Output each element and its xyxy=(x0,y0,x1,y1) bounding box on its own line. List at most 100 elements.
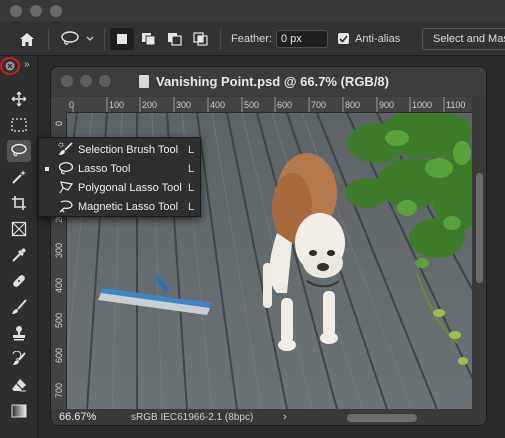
flyout-item-magnetic-lasso[interactable]: Magnetic Lasso Tool L xyxy=(39,197,200,216)
gradient-tool[interactable] xyxy=(7,400,31,422)
marquee-tool[interactable] xyxy=(7,114,31,136)
flyout-item-selection-brush[interactable]: Selection Brush Tool L xyxy=(39,140,200,159)
frame-tool[interactable] xyxy=(7,218,31,240)
crop-tool[interactable] xyxy=(7,192,31,214)
mac-title-bar xyxy=(0,0,505,22)
ruler-origin[interactable] xyxy=(51,97,67,113)
polygonal-lasso-icon xyxy=(59,181,74,194)
ruler-label: 700 xyxy=(54,383,64,399)
feather-input[interactable]: 0 px xyxy=(276,30,328,48)
history-brush-tool[interactable] xyxy=(7,348,31,370)
doc-zoom-button[interactable] xyxy=(99,75,111,87)
ruler-label: 600 xyxy=(54,348,64,364)
options-bar: Feather: 0 px Anti-alias Select and Mask… xyxy=(0,22,505,56)
ruler-label: 0 xyxy=(69,100,75,110)
move-icon xyxy=(11,91,27,107)
flyout-shortcut: L xyxy=(188,163,195,175)
close-icon xyxy=(5,61,15,71)
horizontal-scroll-thumb[interactable] xyxy=(347,414,417,422)
home-button[interactable] xyxy=(14,28,40,50)
select-and-mask-button[interactable]: Select and Mask... xyxy=(422,28,505,50)
doc-close-button[interactable] xyxy=(61,75,73,87)
subtract-selection-icon xyxy=(168,33,182,46)
ruler-label: 900 xyxy=(379,100,395,110)
add-selection-icon xyxy=(142,33,156,46)
window-minimize-button[interactable] xyxy=(30,5,42,17)
magic-wand-tool[interactable] xyxy=(7,166,31,188)
document-window: Vanishing Point.psd @ 66.7% (RGB/8) 0 10… xyxy=(50,66,487,426)
flyout-label: Magnetic Lasso Tool xyxy=(78,201,179,213)
tool-preset-picker[interactable] xyxy=(56,28,98,50)
lasso-icon xyxy=(58,162,74,175)
ruler-label: 1000 xyxy=(412,100,433,110)
status-bar: 66.67% sRGB IEC61966-2.1 (8bpc) › xyxy=(51,409,486,425)
rect-marquee-icon xyxy=(11,118,27,132)
window-close-button[interactable] xyxy=(10,5,22,17)
vertical-scroll-thumb[interactable] xyxy=(476,173,483,283)
zoom-level[interactable]: 66.67% xyxy=(59,411,96,423)
gradient-icon xyxy=(11,404,27,418)
doc-minimize-button[interactable] xyxy=(80,75,92,87)
lasso-tool-flyout: Selection Brush Tool L Lasso Tool L Poly… xyxy=(38,137,201,217)
ruler-label: 500 xyxy=(54,313,64,329)
crop-icon xyxy=(12,196,26,210)
feather-label: Feather: xyxy=(231,33,272,45)
selection-brush-icon xyxy=(58,142,73,155)
add-to-selection-button[interactable] xyxy=(138,28,160,50)
brush-icon xyxy=(12,299,27,314)
tools-panel: » xyxy=(0,56,38,438)
bandage-icon xyxy=(13,275,25,287)
flyout-shortcut: L xyxy=(188,182,195,194)
document-title-bar[interactable]: Vanishing Point.psd @ 66.7% (RGB/8) xyxy=(51,67,486,95)
flyout-item-polygonal-lasso[interactable]: Polygonal Lasso Tool L xyxy=(39,178,200,197)
eyedropper-icon xyxy=(12,248,26,262)
frame-icon xyxy=(11,221,27,237)
ruler-label: 400 xyxy=(210,100,226,110)
ruler-label: 800 xyxy=(345,100,361,110)
move-tool[interactable] xyxy=(7,88,31,110)
eraser-icon xyxy=(12,379,26,392)
photoshop-app: Feather: 0 px Anti-alias Select and Mask… xyxy=(0,0,505,438)
window-zoom-button[interactable] xyxy=(50,5,62,17)
brush-tool[interactable] xyxy=(7,296,31,318)
healing-brush-tool[interactable] xyxy=(7,270,31,292)
flyout-label: Polygonal Lasso Tool xyxy=(78,182,182,194)
new-selection-icon xyxy=(117,34,127,44)
panel-close-button[interactable] xyxy=(0,57,20,75)
lasso-icon xyxy=(61,31,79,45)
magnetic-lasso-icon xyxy=(59,200,73,213)
options-separator xyxy=(104,28,105,50)
stamp-icon xyxy=(13,326,25,341)
eraser-tool[interactable] xyxy=(7,374,31,396)
vertical-scrollbar[interactable] xyxy=(472,113,486,409)
flyout-shortcut: L xyxy=(188,201,195,213)
horizontal-ruler[interactable]: 0 100 200 300 400 500 600 700 800 900 10… xyxy=(67,97,472,113)
ruler-label: 600 xyxy=(277,100,293,110)
lasso-icon xyxy=(11,143,27,157)
flyout-label: Lasso Tool xyxy=(78,163,131,175)
clone-stamp-tool[interactable] xyxy=(7,322,31,344)
collapse-panel-button[interactable]: » xyxy=(24,59,30,70)
psd-file-icon xyxy=(139,75,149,88)
ruler-label: 700 xyxy=(311,100,327,110)
options-separator xyxy=(220,28,221,50)
ruler-label: 1100 xyxy=(446,100,466,110)
flyout-item-lasso[interactable]: Lasso Tool L xyxy=(39,159,200,178)
home-icon xyxy=(20,32,34,46)
new-selection-button[interactable] xyxy=(110,28,134,50)
color-profile: sRGB IEC61966-2.1 (8bpc) xyxy=(131,412,254,423)
ruler-label: 400 xyxy=(54,278,64,294)
lasso-tool[interactable] xyxy=(7,140,31,162)
magic-wand-icon xyxy=(12,170,26,184)
ruler-label: 300 xyxy=(54,243,64,259)
intersect-selection-button[interactable] xyxy=(190,28,212,50)
anti-alias-checkbox[interactable] xyxy=(338,33,349,44)
subtract-from-selection-button[interactable] xyxy=(164,28,186,50)
ruler-label: 100 xyxy=(109,100,125,110)
status-menu-button[interactable]: › xyxy=(283,411,287,423)
document-title: Vanishing Point.psd @ 66.7% (RGB/8) xyxy=(156,74,389,89)
flyout-label: Selection Brush Tool xyxy=(78,144,179,156)
intersect-selection-icon xyxy=(193,32,208,46)
ruler-label: 0 xyxy=(54,121,64,127)
eyedropper-tool[interactable] xyxy=(7,244,31,266)
